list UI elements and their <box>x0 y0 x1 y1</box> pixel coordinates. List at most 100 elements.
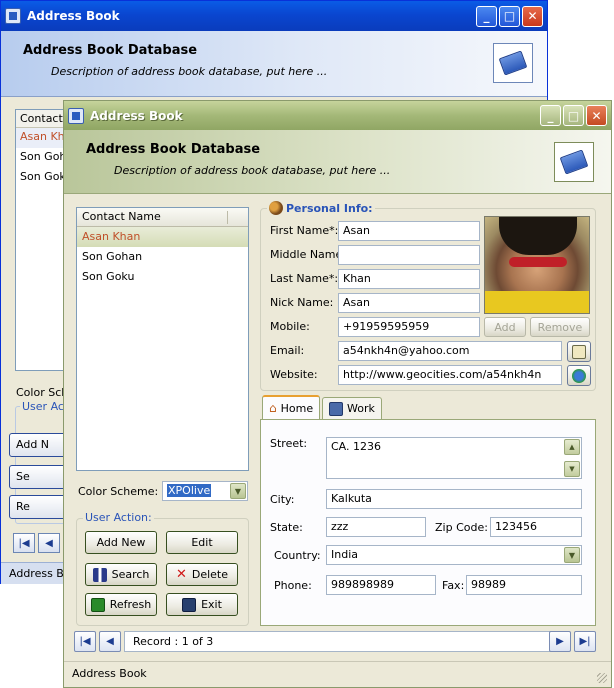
home-icon: ⌂ <box>269 401 277 415</box>
zip-code-label: Zip Code: <box>435 521 488 534</box>
edit-label: Edit <box>191 536 213 549</box>
back-add-label: Add N <box>16 438 50 451</box>
back-titlebar[interactable]: Address Book _ □ ✕ <box>1 1 547 31</box>
add-mobile-label: Add <box>494 320 516 334</box>
phone-label: Phone: <box>274 579 312 592</box>
mobile-field[interactable]: +91959595959 <box>338 317 480 337</box>
refresh-button[interactable]: Refresh <box>85 593 157 616</box>
web-icon <box>572 368 586 383</box>
delete-label: Delete <box>191 568 229 581</box>
close-icon[interactable]: ✕ <box>522 5 543 27</box>
maximize-icon[interactable]: □ <box>499 5 520 27</box>
contact-photo[interactable] <box>484 216 590 314</box>
contact-list-header[interactable]: Contact Name <box>77 208 248 227</box>
record-indicator: Record : 1 of 3 <box>124 631 554 652</box>
fax-field[interactable]: 98989 <box>466 575 582 595</box>
country-label: Country: <box>274 549 321 562</box>
back-window-title: Address Book <box>27 9 120 23</box>
email-label: Email: <box>270 344 305 357</box>
last-icon[interactable]: ▶| <box>574 631 596 652</box>
search-button[interactable]: Search <box>85 563 157 586</box>
nick-name-label: Nick Name: <box>270 296 334 309</box>
exit-button[interactable]: Exit <box>166 593 238 616</box>
color-scheme-value: XPOlive <box>167 484 212 497</box>
add-mobile-button[interactable]: Add <box>484 317 526 337</box>
next-icon[interactable]: ▶ <box>549 631 571 652</box>
personal-info-label: Personal Info: <box>286 201 373 215</box>
add-new-button[interactable]: Add New <box>85 531 157 554</box>
scroll-up-icon[interactable]: ▲ <box>564 439 580 455</box>
header-description: Description of address book database, pu… <box>114 164 391 177</box>
chevron-down-icon[interactable]: ▼ <box>564 547 580 563</box>
first-icon[interactable]: |◀ <box>74 631 96 652</box>
refresh-label: Refresh <box>109 598 152 611</box>
minimize-icon[interactable]: _ <box>540 105 561 126</box>
delete-x-icon: ✕ <box>175 567 187 582</box>
work-icon <box>329 401 343 416</box>
status-bar: Address Book <box>64 661 611 687</box>
user-action-label: User Action: <box>83 511 154 524</box>
tab-home[interactable]: ⌂ Home <box>262 395 321 419</box>
middle-name-label: Middle Name: <box>270 248 346 261</box>
exit-icon <box>182 597 197 612</box>
middle-name-field[interactable] <box>338 245 480 265</box>
back-search-label: Se <box>16 470 30 483</box>
scroll-down-icon[interactable]: ▼ <box>564 461 580 477</box>
back-refresh-label: Re <box>16 500 30 513</box>
prev-icon[interactable]: ◀ <box>99 631 121 652</box>
app-icon <box>68 107 84 124</box>
back-prev-icon[interactable]: ◀ <box>38 533 60 553</box>
exit-label: Exit <box>201 598 222 611</box>
website-label: Website: <box>270 368 318 381</box>
chevron-down-icon[interactable]: ▼ <box>230 483 246 499</box>
nick-name-field[interactable]: Asan <box>338 293 480 313</box>
city-label: City: <box>270 493 295 506</box>
website-button[interactable] <box>567 365 591 386</box>
tab-work-label: Work <box>347 402 375 415</box>
main-window: Address Book _ □ ✕ Address Book Database… <box>63 100 612 688</box>
first-name-field[interactable]: Asan <box>338 221 480 241</box>
minimize-icon[interactable]: _ <box>476 5 497 27</box>
status-text: Address Book <box>72 667 147 680</box>
state-label: State: <box>270 521 303 534</box>
remove-mobile-label: Remove <box>537 320 583 334</box>
phone-field[interactable]: 989898989 <box>326 575 436 595</box>
book-icon <box>493 43 533 83</box>
country-select[interactable]: India ▼ <box>326 545 582 565</box>
color-scheme-label: Color Scheme: <box>78 485 159 498</box>
maximize-icon[interactable]: □ <box>563 105 584 126</box>
color-scheme-select[interactable]: XPOlive ▼ <box>162 481 248 501</box>
edit-button[interactable]: Edit <box>166 531 238 554</box>
header-banner: Address Book Database Description of add… <box>64 130 611 194</box>
mobile-label: Mobile: <box>270 320 310 333</box>
list-item[interactable]: Son Gohan <box>77 247 248 267</box>
resize-grip[interactable] <box>597 673 607 683</box>
email-field[interactable]: a54nkh4n@yahoo.com <box>338 341 562 361</box>
window-title: Address Book <box>90 108 183 123</box>
country-value: India <box>331 548 358 561</box>
street-field[interactable]: CA. 1236 ▲ ▼ <box>326 437 582 479</box>
city-field[interactable]: Kalkuta <box>326 489 582 509</box>
record-navigator: |◀ ◀ Record : 1 of 3 ▶ ▶| <box>72 631 598 655</box>
users-icon <box>269 201 283 215</box>
email-button[interactable] <box>567 341 591 362</box>
search-label: Search <box>111 568 150 581</box>
titlebar[interactable]: Address Book _ □ ✕ <box>64 101 611 130</box>
remove-mobile-button[interactable]: Remove <box>530 317 590 337</box>
contact-list[interactable]: Contact Name Asan Khan Son Gohan Son Gok… <box>76 207 249 471</box>
state-field[interactable]: zzz <box>326 517 426 537</box>
first-name-label: First Name*: <box>270 224 339 237</box>
tab-work[interactable]: Work <box>322 397 382 419</box>
email-icon <box>572 344 586 359</box>
website-field[interactable]: http://www.geocities.com/a54nkh4n <box>338 365 562 385</box>
list-item[interactable]: Son Goku <box>77 267 248 287</box>
app-icon <box>5 8 21 24</box>
close-icon[interactable]: ✕ <box>586 105 607 126</box>
zip-code-field[interactable]: 123456 <box>490 517 582 537</box>
list-item[interactable]: Asan Khan <box>77 227 248 247</box>
personal-info-title: Personal Info: <box>267 201 375 215</box>
binoculars-icon <box>92 567 107 582</box>
back-first-icon[interactable]: |◀ <box>13 533 35 553</box>
delete-button[interactable]: ✕ Delete <box>166 563 238 586</box>
last-name-field[interactable]: Khan <box>338 269 480 289</box>
